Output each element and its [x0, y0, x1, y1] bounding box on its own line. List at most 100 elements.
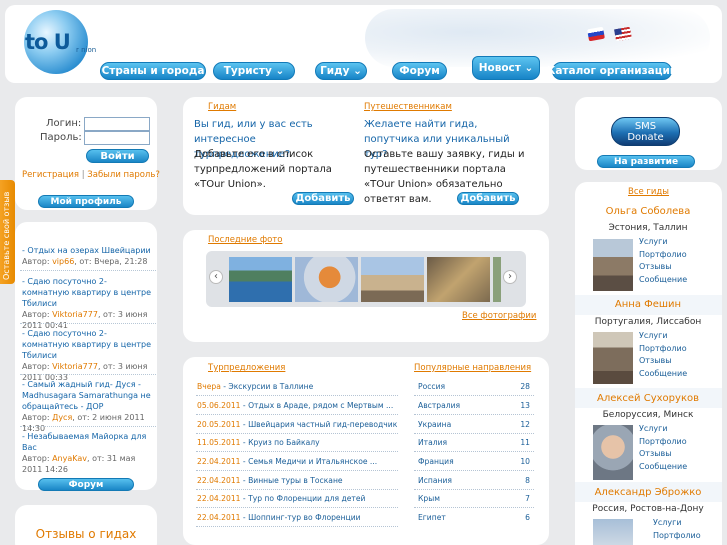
guide-services-link[interactable]: Услуги [653, 517, 701, 530]
divider [196, 433, 398, 434]
destination-name[interactable]: Испания [418, 476, 452, 485]
destination-count: 11 [520, 438, 530, 447]
divider [196, 451, 398, 452]
destination-count: 12 [520, 420, 530, 429]
guide-name[interactable]: Александр Эброжко [574, 487, 722, 498]
development-button[interactable]: На развитие [597, 155, 695, 168]
travelers-tab[interactable]: Путешественникам [364, 102, 452, 112]
destination-count: 13 [520, 401, 530, 410]
destination-name[interactable]: Россия [418, 382, 445, 391]
latest-photos-title[interactable]: Последние фото [208, 235, 282, 245]
guide-avatar[interactable] [593, 332, 633, 384]
carousel-next-icon[interactable]: › [503, 270, 517, 284]
password-input[interactable] [84, 131, 150, 145]
destination-name[interactable]: Италия [418, 438, 447, 447]
guide-portfolio-link[interactable]: Портфолио [639, 343, 687, 356]
popular-title[interactable]: Популярные направления [414, 363, 531, 373]
nav-guide[interactable]: Гиду ⌄ [315, 62, 367, 80]
nav-catalog[interactable]: Каталог организаций [547, 62, 677, 80]
guide-services-link[interactable]: Услуги [639, 330, 687, 343]
photo-thumbnail[interactable] [229, 257, 292, 302]
auth-links: Регистрация | Забыли пароль? [22, 170, 160, 180]
guide-reviews-link[interactable]: Отзывы [639, 355, 687, 368]
destination-count: 28 [520, 382, 530, 391]
guide-location: Россия, Ростов-на-Дону [592, 504, 704, 514]
guide-message-link[interactable]: Сообщение [639, 274, 687, 287]
offer-item[interactable]: 22.04.2011 - Шоппинг-тур во Флоренции [197, 513, 361, 522]
register-link[interactable]: Регистрация [22, 170, 79, 180]
guide-message-link[interactable]: Сообщение [639, 461, 687, 474]
nav-countries[interactable]: Страны и города [100, 62, 206, 80]
nav-news[interactable]: Новост ⌄ [472, 56, 540, 80]
forum-button[interactable]: Форум [38, 478, 134, 491]
photo-thumbnail[interactable] [295, 257, 358, 302]
divider [196, 395, 398, 396]
offer-item[interactable]: Вчера - Экскурсии в Таллине [197, 382, 313, 391]
divider [20, 426, 156, 427]
guide-location: Белоруссия, Минск [602, 410, 694, 420]
nav-tourist[interactable]: Туристу ⌄ [213, 62, 295, 80]
add-request-button[interactable]: Добавить [457, 192, 519, 205]
divider [414, 433, 534, 434]
guide-portfolio-link[interactable]: Портфолио [653, 530, 701, 543]
guide-reviews-link[interactable]: Отзывы [639, 448, 687, 461]
all-photos-link[interactable]: Все фотографии [462, 311, 536, 321]
login-button[interactable]: Войти [86, 149, 149, 163]
guide-name[interactable]: Ольга Соболева [574, 206, 722, 217]
guide-links: Услуги Портфолио [653, 517, 701, 542]
guide-name[interactable]: Алексей Сухоруков [574, 393, 722, 404]
guide-name[interactable]: Анна Фешин [574, 299, 722, 310]
guide-services-link[interactable]: Услуги [639, 423, 687, 436]
destination-count: 6 [525, 513, 530, 522]
logo-text[interactable]: to U [25, 30, 71, 54]
guide-links: Услуги Портфолио Отзывы Сообщение [639, 423, 687, 473]
sms-donate-button[interactable]: SMS Donate [611, 117, 680, 146]
my-profile-button[interactable]: Мой профиль [38, 195, 134, 208]
divider [414, 507, 534, 508]
photo-thumbnail[interactable] [361, 257, 424, 302]
forum-post[interactable]: - Незабываемая Майорка для Вас Автор: Any… [22, 431, 152, 475]
guide-reviews-link[interactable]: Отзывы [639, 261, 687, 274]
guide-services-link[interactable]: Услуги [639, 236, 687, 249]
offer-item[interactable]: 20.05.2011 - Швейцария частный гид-перев… [197, 420, 397, 429]
offer-item[interactable]: 22.04.2011 - Семья Медичи и Итальянское … [197, 457, 377, 466]
leave-review-label: Оставьте свой отзыв [2, 191, 11, 280]
divider [20, 323, 156, 324]
guide-avatar[interactable] [593, 239, 633, 291]
guide-location: Эстония, Таллин [608, 223, 688, 233]
guide-portfolio-link[interactable]: Портфолио [639, 249, 687, 262]
all-guides-link[interactable]: Все гиды [628, 187, 669, 197]
offer-item[interactable]: 05.06.2011 - Отдых в Араде, рядом с Мерт… [197, 401, 393, 410]
forgot-password-link[interactable]: Забыли пароль? [87, 170, 160, 180]
guide-location: Португалия, Лиссабон [594, 317, 702, 327]
destination-count: 10 [520, 457, 530, 466]
destination-name[interactable]: Крым [418, 494, 440, 503]
destination-name[interactable]: Франция [418, 457, 454, 466]
photo-thumbnail[interactable] [427, 257, 490, 302]
carousel-prev-icon[interactable]: ‹ [209, 270, 223, 284]
divider [414, 451, 534, 452]
leave-review-tab[interactable]: Оставьте свой отзыв [0, 180, 15, 284]
guide-portfolio-link[interactable]: Портфолио [639, 436, 687, 449]
divider [414, 489, 534, 490]
guide-message-link[interactable]: Сообщение [639, 368, 687, 381]
offer-item[interactable]: 22.04.2011 - Тур по Флоренции для детей [197, 494, 365, 503]
destination-name[interactable]: Австралия [418, 401, 460, 410]
destination-name[interactable]: Украина [418, 420, 451, 429]
add-offer-button[interactable]: Добавить [292, 192, 354, 205]
offer-item[interactable]: 22.04.2011 - Винные туры в Тоскане [197, 476, 343, 485]
login-input[interactable] [84, 117, 150, 131]
nav-forum[interactable]: Форум [392, 62, 447, 80]
destination-count: 8 [525, 476, 530, 485]
offers-title[interactable]: Турпредложения [208, 363, 285, 373]
photo-thumbnail[interactable] [493, 257, 501, 302]
forum-post[interactable]: - Отдых на озерах Швейцарии Автор: vip66,… [22, 245, 152, 267]
destination-name[interactable]: Египет [418, 513, 446, 522]
guide-avatar[interactable] [593, 425, 633, 480]
guides-tab[interactable]: Гидам [208, 102, 236, 112]
password-label: Пароль: [40, 132, 82, 143]
reviews-title: Отзывы о гидах [35, 527, 137, 541]
offer-item[interactable]: 11.05.2011 - Круиз по Байкалу [197, 438, 320, 447]
divider [414, 470, 534, 471]
guide-avatar[interactable] [593, 519, 633, 545]
